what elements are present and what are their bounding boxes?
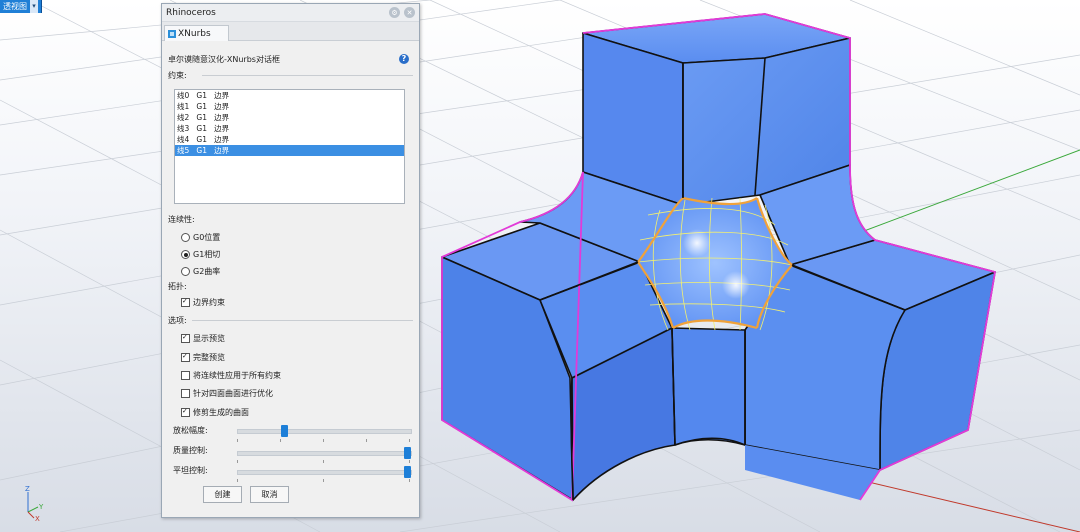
settings-icon[interactable]: ⚙ [389,7,400,18]
slider-thumb[interactable] [281,425,289,437]
slider-thumb[interactable] [404,466,411,478]
chevron-down-icon[interactable]: ▾ [30,0,38,13]
slider-thumb[interactable] [404,447,411,459]
radio-g1-label: G1相切 [193,250,221,259]
axis-y-label: Y [38,503,44,511]
checkbox-label: 将连续性应用于所有约束 [193,371,281,380]
options-label: 选项: [168,316,187,325]
radio-icon[interactable] [181,250,190,259]
list-item[interactable]: 线3 G1 边界 [175,123,404,134]
slider-flatness[interactable] [237,466,412,478]
checkbox-label: 修剪生成的曲面 [193,408,249,417]
checkbox-label: 针对四面曲面进行优化 [193,389,273,398]
checkbox-icon[interactable] [181,334,190,343]
checkbox-icon[interactable] [181,408,190,417]
divider [202,75,413,76]
xnurbs-dialog: Rhinoceros ⚙ ✕ XNurbs 卓尔谟随意汉化-XNurbs对话框 … [161,3,420,518]
constraints-listbox[interactable]: 线0 G1 边界 线1 G1 边界 线2 G1 边界 线3 G1 边界 线4 G… [174,89,405,204]
dialog-titlebar[interactable]: Rhinoceros ⚙ ✕ [162,4,419,22]
axis-indicator-icon: Z Y X [25,485,44,522]
slider-ticks [237,479,410,482]
radio-icon[interactable] [181,267,190,276]
close-icon[interactable]: ✕ [404,7,415,18]
viewport-tab-perspective[interactable]: 透视图 ▾ [0,0,42,13]
checkbox-show-preview[interactable]: 显示预览 [181,333,225,344]
tab-xnurbs-label: XNurbs [178,28,211,39]
xnurbs-icon [168,29,176,38]
radio-g2-label: G2曲率 [193,267,221,276]
slider-ticks [237,439,410,442]
dialog-header: 卓尔谟随意汉化-XNurbs对话框 [168,55,280,64]
checkbox-optimize-four-sided[interactable]: 针对四面曲面进行优化 [181,388,273,399]
create-button[interactable]: 创建 [203,486,242,503]
checkbox-icon[interactable] [181,371,190,380]
dialog-title: Rhinoceros [166,7,216,18]
radio-g1[interactable]: G1相切 [181,249,220,260]
checkbox-apply-continuity[interactable]: 将连续性应用于所有约束 [181,370,281,381]
checkbox-boundary-constraint[interactable]: 边界约束 [181,297,225,308]
checkbox-icon[interactable] [181,298,190,307]
axis-z-label: Z [25,485,30,493]
list-item[interactable]: 线1 G1 边界 [175,101,404,112]
checkbox-label: 显示预览 [193,334,225,343]
checkbox-icon[interactable] [181,353,190,362]
slider-quality[interactable] [237,447,412,459]
axis-x-label: X [35,515,40,522]
checkbox-label: 完整预览 [193,353,225,362]
radio-g0-label: G0位置 [193,233,221,242]
list-item[interactable]: 线4 G1 边界 [175,134,404,145]
tab-xnurbs[interactable]: XNurbs [164,25,229,41]
list-item[interactable]: 线0 G1 边界 [175,90,404,101]
constraints-label: 约束: [168,71,187,80]
checkbox-label: 边界约束 [193,298,225,307]
divider [192,320,413,321]
list-item-selected[interactable]: 线5 G1 边界 [175,145,404,156]
checkbox-trim-surface[interactable]: 修剪生成的曲面 [181,407,249,418]
topology-label: 拓扑: [168,282,187,291]
help-icon[interactable]: ? [399,54,409,64]
cancel-button[interactable]: 取消 [250,486,289,503]
checkbox-full-preview[interactable]: 完整预览 [181,352,225,363]
dialog-tabbar: XNurbs [162,22,419,41]
viewport-tab-label: 透视图 [3,2,27,11]
radio-g2[interactable]: G2曲率 [181,266,220,277]
slider-ticks [237,460,410,463]
list-item[interactable]: 线2 G1 边界 [175,112,404,123]
slider-flatness-label: 平坦控制: [173,466,208,475]
slider-quality-label: 质量控制: [173,446,208,455]
checkbox-icon[interactable] [181,389,190,398]
continuity-label: 连续性: [168,215,195,224]
radio-icon[interactable] [181,233,190,242]
slider-relax[interactable] [237,425,412,437]
radio-g0[interactable]: G0位置 [181,232,220,243]
slider-relax-label: 放松幅度: [173,426,208,435]
polysurface-model [441,13,996,501]
